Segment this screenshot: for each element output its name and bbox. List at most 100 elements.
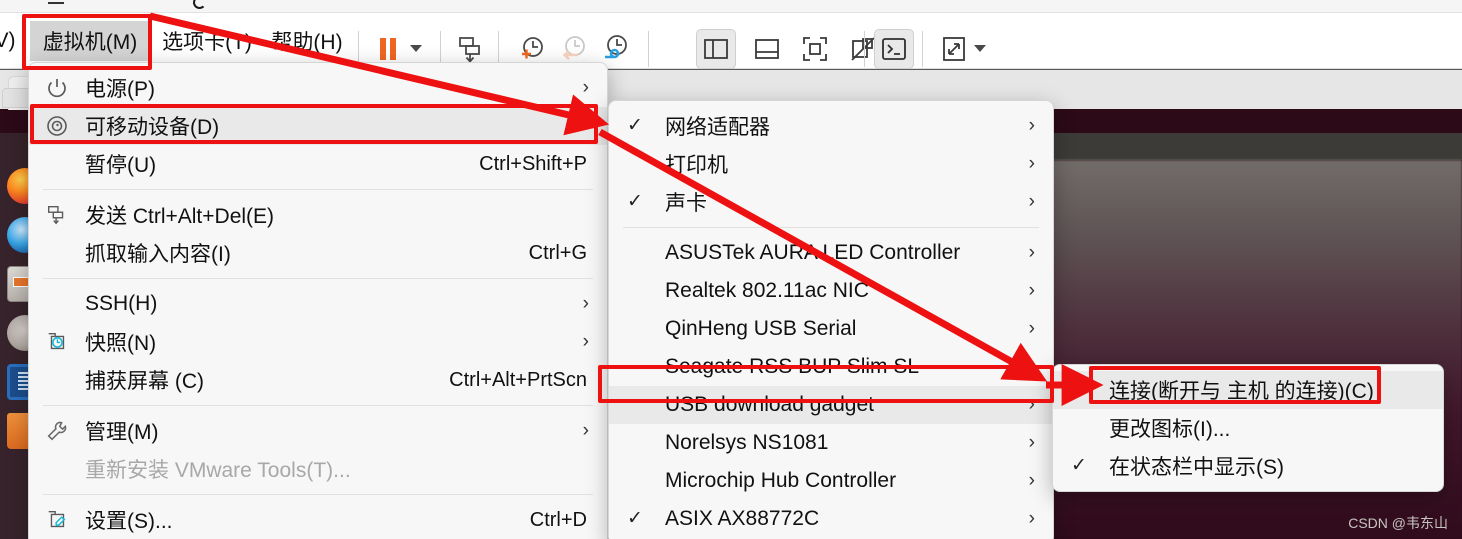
check-icon: ✓ (1071, 455, 1087, 476)
submenu-item-show-in-status-bar[interactable]: ✓ 在状态栏中显示(S) (1053, 447, 1443, 485)
menu-item-snapshot[interactable]: 快照(N) › (29, 323, 607, 361)
menu-item-label: 连接(断开与 主机 的连接)(C) (1109, 380, 1374, 403)
device-item-realtek-80211ac-nic[interactable]: Realtek 802.11ac NIC › (609, 272, 1053, 310)
chevron-right-icon: › (1028, 394, 1035, 415)
send-keys-icon (459, 37, 480, 63)
snapshot-revert-icon (562, 36, 585, 60)
chevron-right-icon: › (582, 293, 589, 314)
menubar-item-view-partial[interactable]: V) (0, 21, 26, 61)
submenu-item-change-icon[interactable]: 更改图标(I)... (1053, 409, 1443, 447)
menu-item-label: 声卡 (665, 192, 707, 215)
chevron-right-icon: › (1028, 432, 1035, 453)
virtual-machine-menu[interactable]: 电源(P) › 可移动设备(D) › 暂停(U) Ctrl+Shift+P 发送… (28, 62, 608, 539)
vmware-menubar[interactable]: V) 虚拟机(M) 选项卡(T) 帮助(H) (0, 13, 1462, 69)
pause-icon (380, 38, 396, 60)
stretch-dropdown-caret[interactable] (974, 45, 986, 52)
send-keys-icon (29, 196, 85, 234)
usb-device-submenu[interactable]: 连接(断开与 主机 的连接)(C) 更改图标(I)... ✓ 在状态栏中显示(S… (1052, 364, 1444, 492)
snapshot-manage-icon (605, 35, 627, 59)
device-item-asix-ax88772c[interactable]: ✓ ASIX AX88772C › (609, 500, 1053, 538)
stretch-button[interactable] (934, 29, 974, 69)
removable-devices-submenu[interactable]: ✓ 网络适配器 › 打印机 › ✓ 声卡 › ASUSTek AURA LED … (608, 100, 1054, 539)
wrench-icon (29, 412, 85, 450)
fullscreen-button[interactable] (795, 29, 835, 69)
terminal-button[interactable] (874, 29, 914, 69)
chevron-right-icon: › (582, 77, 589, 98)
menu-item-label: 管理(M) (85, 421, 159, 444)
menu-item-label: 更改图标(I)... (1109, 418, 1231, 441)
menu-item-power[interactable]: 电源(P) › (29, 69, 607, 107)
menu-item-label: 抓取输入内容(I) (85, 243, 231, 266)
submenu-item-connect-disconnect[interactable]: 连接(断开与 主机 的连接)(C) (1053, 371, 1443, 409)
chevron-right-icon: › (1028, 356, 1035, 377)
chevron-right-icon: › (1028, 191, 1035, 212)
check-icon: ✓ (627, 191, 643, 212)
menu-item-label: Realtek 802.11ac NIC (665, 279, 869, 302)
menubar-label: 选项卡(T) (162, 31, 252, 54)
menu-item-label: 发送 Ctrl+Alt+Del(E) (85, 205, 275, 228)
unity-off-icon (851, 37, 875, 61)
menubar-label: 帮助(H) (271, 31, 343, 54)
menu-item-label: Seagate RSS BUP Slim SL (665, 355, 920, 378)
device-item-norelsys-ns1081[interactable]: Norelsys NS1081 › (609, 424, 1053, 462)
chevron-right-icon: › (582, 420, 589, 441)
show-sidebar-button[interactable] (696, 29, 736, 69)
menu-item-label: QinHeng USB Serial (665, 317, 857, 340)
menu-separator (43, 278, 593, 279)
menu-item-grab-input[interactable]: 抓取输入内容(I) Ctrl+G (29, 234, 607, 272)
menu-item-label: 捕获屏幕 (C) (85, 370, 204, 393)
chevron-right-icon: › (1028, 280, 1035, 301)
toolbar-separator (922, 31, 923, 67)
menu-item-label: USB download gadget (665, 393, 874, 416)
menu-item-shortcut: Ctrl+Alt+PrtScn (449, 369, 587, 391)
device-item-qinheng-usb-serial[interactable]: QinHeng USB Serial › (609, 310, 1053, 348)
chevron-right-icon: › (1028, 508, 1035, 529)
menu-item-label: 可移动设备(D) (85, 116, 220, 139)
device-item-seagate-rss-bup-slim-sl[interactable]: Seagate RSS BUP Slim SL › (609, 348, 1053, 386)
removable-disc-icon (29, 107, 85, 145)
console-panel-icon (755, 39, 779, 59)
menu-separator (43, 494, 593, 495)
no-icon (29, 145, 85, 183)
chevron-right-icon: › (1028, 242, 1035, 263)
menubar-item-tabs[interactable]: 选项卡(T) (152, 21, 262, 61)
screenshot-root: Thu 04:03 been created or been moved out… (0, 0, 1462, 539)
device-item-usb-download-gadget[interactable]: USB download gadget › (609, 386, 1053, 424)
menu-separator (623, 227, 1039, 228)
stretch-arrows-icon (943, 37, 965, 61)
menu-item-shortcut: Ctrl+D (529, 509, 587, 531)
fullscreen-icon (803, 37, 827, 61)
show-console-view-button[interactable] (747, 29, 787, 69)
no-icon (29, 361, 85, 399)
device-item-network-adapter[interactable]: ✓ 网络适配器 › (609, 107, 1053, 145)
menu-item-removable-devices[interactable]: 可移动设备(D) › (29, 107, 607, 145)
menu-item-capture-screen[interactable]: 捕获屏幕 (C) Ctrl+Alt+PrtScn (29, 361, 607, 399)
menu-item-settings[interactable]: 设置(S)... Ctrl+D (29, 501, 607, 539)
no-icon (29, 450, 85, 488)
check-icon: ✓ (627, 508, 643, 529)
toolbar-separator (864, 31, 865, 67)
chevron-right-icon: › (582, 115, 589, 136)
toolbar-separator (648, 31, 649, 67)
chevron-right-icon: › (1028, 115, 1035, 136)
menu-item-suspend[interactable]: 暂停(U) Ctrl+Shift+P (29, 145, 607, 183)
menu-item-label: 在状态栏中显示(S) (1109, 456, 1284, 479)
device-item-printer[interactable]: 打印机 › (609, 145, 1053, 183)
power-dropdown-caret[interactable] (410, 45, 422, 52)
device-item-asustek-aura-led-controller[interactable]: ASUSTek AURA LED Controller › (609, 234, 1053, 272)
chevron-right-icon: › (1028, 153, 1035, 174)
device-item-microchip-hub-controller[interactable]: Microchip Hub Controller › (609, 462, 1053, 500)
settings-icon (29, 501, 85, 539)
no-icon (29, 234, 85, 272)
device-item-sound-card[interactable]: ✓ 声卡 › (609, 183, 1053, 221)
menu-item-manage[interactable]: 管理(M) › (29, 412, 607, 450)
menubar-item-virtual-machine[interactable]: 虚拟机(M) (30, 21, 150, 61)
menubar-item-help[interactable]: 帮助(H) (262, 21, 352, 61)
minimize-icon[interactable] (48, 2, 64, 4)
no-icon (29, 285, 85, 323)
menu-item-label: 设置(S)... (85, 510, 173, 533)
menu-item-label: Microchip Hub Controller (665, 469, 897, 492)
menu-item-send-ctrl-alt-del[interactable]: 发送 Ctrl+Alt+Del(E) (29, 196, 607, 234)
menu-item-ssh[interactable]: SSH(H) › (29, 285, 607, 323)
power-icon (29, 69, 85, 107)
